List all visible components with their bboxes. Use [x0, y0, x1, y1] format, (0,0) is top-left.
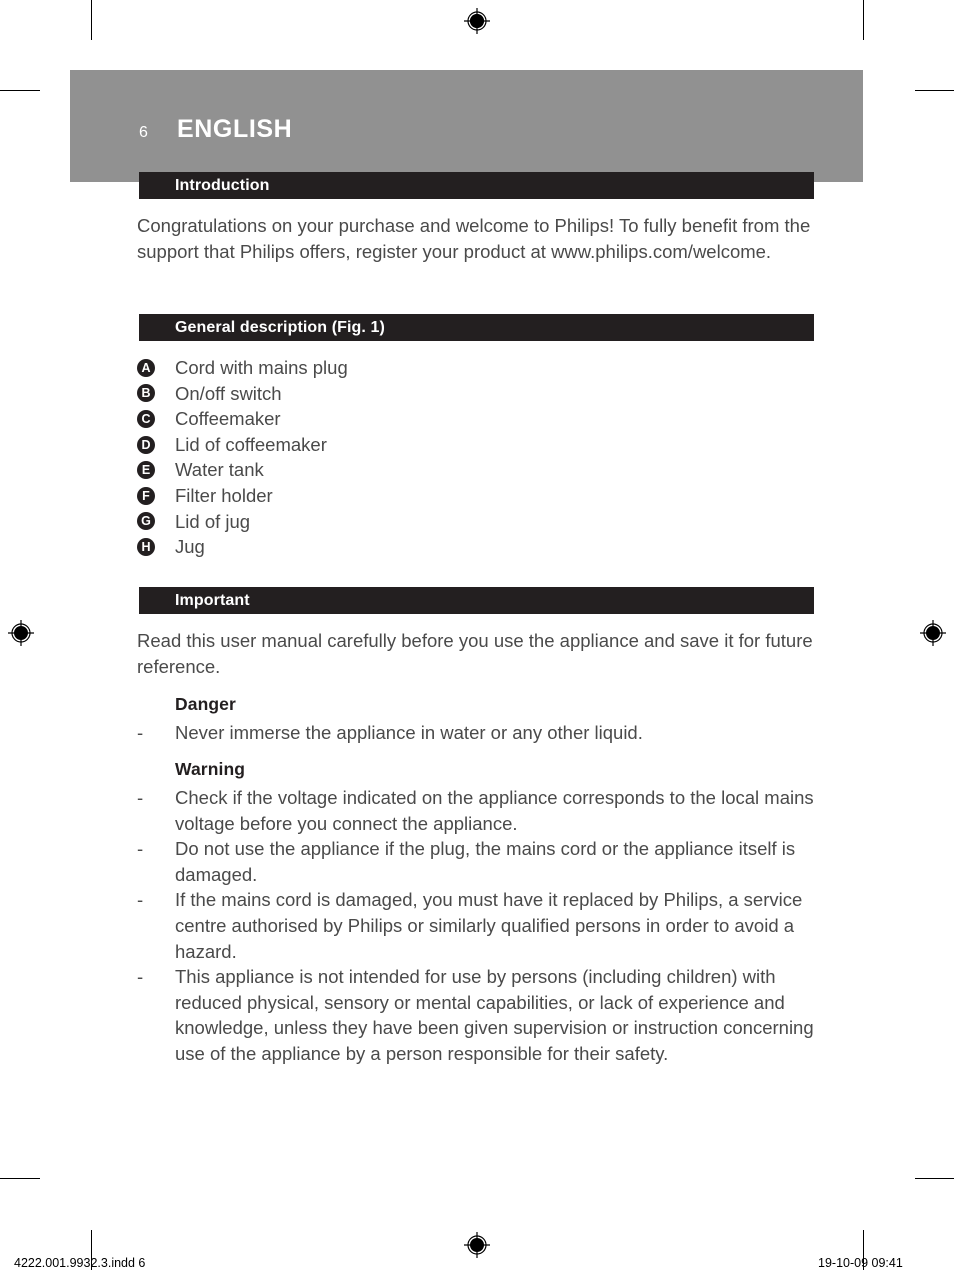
bullet-marker: - — [137, 838, 144, 860]
page-title: ENGLISH — [177, 115, 293, 143]
parts-list-item: E Water tank — [137, 457, 815, 483]
crop-mark-top-right-vertical — [863, 0, 864, 40]
bullet-item: - Check if the voltage indicated on the a… — [137, 785, 815, 836]
bullet-text: If the mains cord is damaged, you must h… — [175, 889, 803, 962]
crop-mark-top-right-horizontal — [915, 90, 954, 91]
bullet-item: - This appliance is not intended for use … — [137, 964, 815, 1066]
parts-list: A Cord with mains plug B On/off switch C Coff… — [137, 355, 815, 560]
parts-list-item: G Lid of jug — [137, 509, 815, 535]
parts-list-item: D Lid of coffeemaker — [137, 432, 815, 458]
sub-heading-danger: Danger — [175, 694, 236, 714]
document-page: 6 ENGLISH Introduction Congratulations o… — [0, 0, 954, 1280]
registration-target-icon-bottom — [464, 1232, 490, 1258]
section-bar-general-description: General description (Fig. 1) — [139, 314, 814, 341]
section-heading-introduction: Introduction — [175, 176, 270, 194]
registration-target-icon-left — [8, 620, 34, 646]
footer-timestamp: 19-10-09 09:41 — [818, 1256, 903, 1270]
bullet-text: Check if the voltage indicated on the ap… — [175, 787, 814, 834]
part-letter-badge: E — [137, 461, 155, 480]
part-letter-badge: A — [137, 358, 155, 377]
sub-heading-warning: Warning — [175, 759, 246, 779]
bullet-marker: - — [137, 787, 144, 808]
important-intro-paragraph: Read this user manual carefully before y… — [137, 630, 813, 677]
part-label: Cord with mains plug — [175, 357, 348, 378]
part-letter-badge: G — [137, 512, 155, 531]
masthead-title-group: 6 ENGLISH — [139, 115, 292, 144]
crop-mark-bottom-right-horizontal — [915, 1178, 954, 1179]
warning-bullet-list: - Check if the voltage indicated on the a… — [137, 785, 815, 1067]
part-letter-badge: B — [137, 384, 155, 403]
bullet-marker: - — [137, 889, 144, 911]
section-bar-introduction: Introduction — [139, 172, 814, 199]
parts-list-item: C Coffeemaker — [137, 406, 815, 432]
bullet-marker: - — [137, 966, 144, 988]
page-masthead: 6 ENGLISH — [70, 70, 863, 182]
parts-list-item: A Cord with mains plug — [137, 355, 815, 381]
registration-target-icon-top — [464, 8, 490, 34]
bullet-text: Never immerse the appliance in water or … — [175, 722, 643, 743]
footer-filename: 4222.001.9932.3.indd 6 — [14, 1256, 146, 1270]
crop-mark-bottom-left-horizontal — [0, 1178, 40, 1179]
part-label: On/off switch — [175, 382, 282, 404]
part-label: Jug — [175, 536, 205, 558]
bullet-item: - Never immerse the appliance in water or… — [137, 720, 815, 746]
section-heading-general-description: General description (Fig. 1) — [175, 318, 385, 336]
part-label: Coffeemaker — [175, 408, 281, 430]
part-label: Filter holder — [175, 484, 273, 506]
crop-mark-top-left-vertical — [91, 0, 92, 40]
part-letter-badge: D — [137, 435, 155, 454]
section-bar-important: Important — [139, 587, 814, 614]
part-label: Lid of coffeemaker — [175, 433, 327, 455]
part-letter-badge: H — [137, 537, 155, 556]
registration-target-icon-right — [920, 620, 946, 646]
part-label: Water tank — [175, 459, 264, 481]
danger-bullet-list: - Never immerse the appliance in water or… — [137, 720, 815, 746]
bullet-text: This appliance is not intended for use b… — [175, 966, 814, 1064]
section-heading-important: Important — [175, 591, 250, 609]
crop-mark-top-left-horizontal — [0, 90, 40, 91]
parts-list-item: B On/off switch — [137, 381, 815, 407]
bullet-marker: - — [137, 722, 144, 743]
bullet-text: Do not use the appliance if the plug, th… — [175, 838, 796, 885]
page-number: 6 — [139, 124, 149, 141]
part-label: Lid of jug — [175, 510, 251, 532]
part-letter-badge: C — [137, 409, 155, 428]
parts-list-item: H Jug — [137, 534, 815, 560]
part-letter-badge: F — [137, 486, 155, 505]
introduction-paragraph: Congratulations on your purchase and wel… — [137, 215, 811, 262]
parts-list-item: F Filter holder — [137, 483, 815, 509]
bullet-item: - Do not use the appliance if the plug, t… — [137, 836, 815, 887]
bullet-item: - If the mains cord is damaged, you must … — [137, 887, 815, 964]
